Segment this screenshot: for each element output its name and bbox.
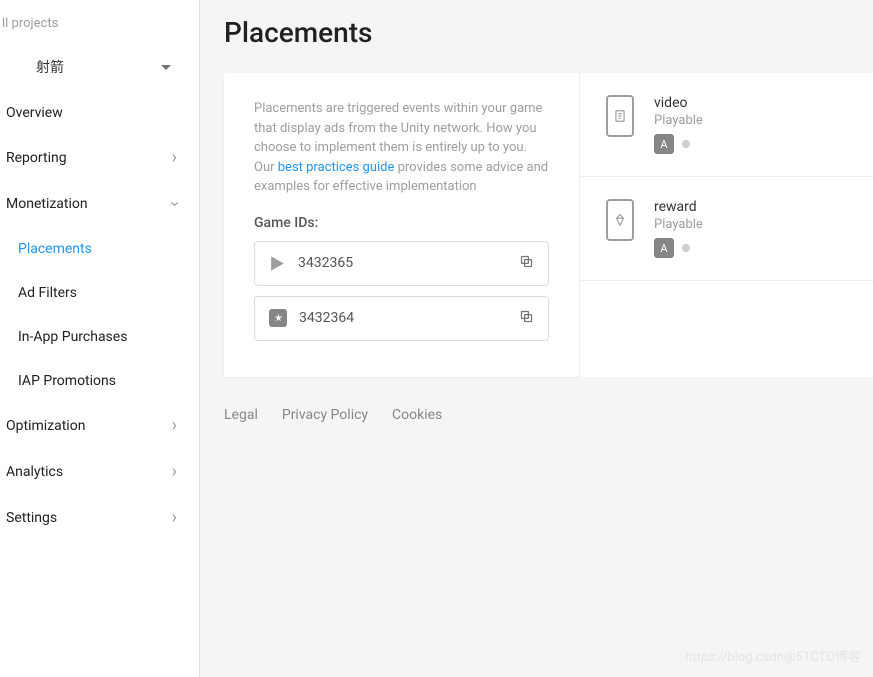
sidebar-sub-ad-filters[interactable]: Ad Filters: [0, 271, 199, 315]
game-id-value: 3432365: [298, 255, 507, 271]
nav-label: Optimization: [6, 418, 85, 434]
sidebar-item-reporting[interactable]: Reporting ›: [0, 135, 199, 181]
game-id-value: 3432364: [299, 310, 507, 326]
project-selector[interactable]: 射箭: [0, 43, 199, 91]
project-name: 射箭: [36, 57, 64, 77]
footer-privacy[interactable]: Privacy Policy: [282, 407, 368, 423]
sidebar-sub-iap[interactable]: In-App Purchases: [0, 315, 199, 359]
phone-document-icon: [606, 95, 634, 137]
game-id-row-ios: 3432364: [254, 296, 549, 341]
chevron-down-icon: ›: [165, 201, 183, 206]
sidebar-item-settings[interactable]: Settings ›: [0, 495, 199, 541]
phone-diamond-icon: [606, 199, 634, 241]
sidebar-item-analytics[interactable]: Analytics ›: [0, 449, 199, 495]
sidebar-item-optimization[interactable]: Optimization ›: [0, 403, 199, 449]
best-practices-link[interactable]: best practices guide: [278, 160, 395, 175]
game-ids-label: Game IDs:: [254, 215, 549, 231]
game-id-row-android: 3432365: [254, 241, 549, 286]
google-play-icon: [269, 255, 286, 272]
nav-label: Analytics: [6, 464, 63, 480]
placement-row-video[interactable]: video Playable A: [580, 73, 873, 177]
caret-down-icon: [161, 65, 171, 70]
footer-legal[interactable]: Legal: [224, 407, 258, 423]
nav-label: Monetization: [6, 196, 88, 212]
chevron-right-icon: ›: [172, 417, 177, 435]
copy-button[interactable]: [519, 254, 534, 273]
sidebar-item-monetization[interactable]: Monetization ›: [0, 181, 199, 227]
placement-row-reward[interactable]: reward Playable A: [580, 177, 873, 281]
game-ids-card: Placements are triggered events within y…: [224, 73, 579, 377]
sidebar: ll projects 射箭 Overview Reporting › Mone…: [0, 0, 200, 677]
page-title: Placements: [224, 16, 873, 49]
nav-label: Reporting: [6, 150, 67, 166]
card-description: Placements are triggered events within y…: [254, 99, 549, 197]
footer-links: Legal Privacy Policy Cookies: [200, 377, 873, 423]
placement-name: video: [654, 95, 703, 111]
placements-list: video Playable A reward Playable: [579, 73, 873, 377]
store-badge-icon: A: [654, 134, 674, 154]
chevron-right-icon: ›: [172, 509, 177, 527]
store-badge-icon: A: [654, 238, 674, 258]
sidebar-sub-iap-promotions[interactable]: IAP Promotions: [0, 359, 199, 403]
placement-subtitle: Playable: [654, 217, 703, 232]
watermark: https://blog.csdn@51CTO博客: [685, 646, 861, 665]
sidebar-sub-placements[interactable]: Placements: [0, 227, 199, 271]
all-projects-link[interactable]: ll projects: [0, 12, 199, 43]
nav-label: Overview: [6, 105, 63, 121]
placement-subtitle: Playable: [654, 113, 703, 128]
apple-store-icon: [269, 309, 287, 327]
copy-button[interactable]: [519, 309, 534, 328]
nav-label: Settings: [6, 510, 57, 526]
footer-cookies[interactable]: Cookies: [392, 407, 442, 423]
placement-name: reward: [654, 199, 703, 215]
main-content: Placements Placements are triggered even…: [200, 0, 873, 677]
sidebar-item-overview[interactable]: Overview: [0, 91, 199, 135]
status-dot-icon: [682, 244, 690, 252]
chevron-right-icon: ›: [172, 463, 177, 481]
chevron-right-icon: ›: [172, 149, 177, 167]
status-dot-icon: [682, 140, 690, 148]
